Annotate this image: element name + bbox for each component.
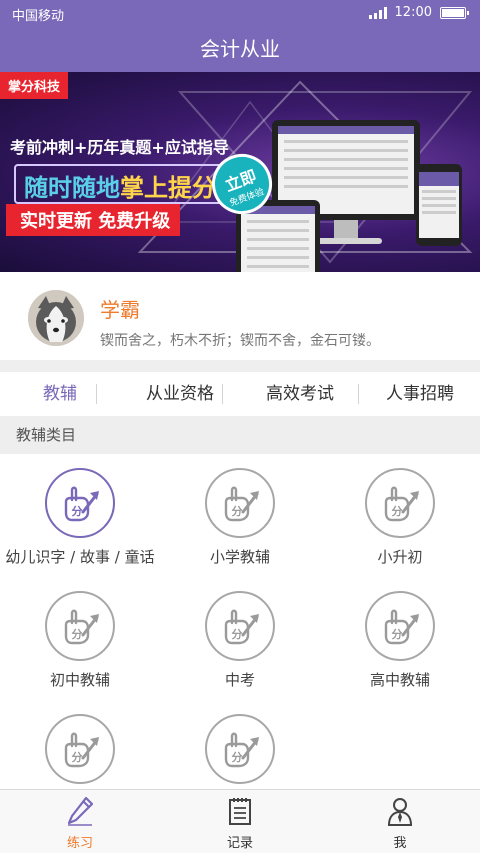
husky-avatar-image xyxy=(28,290,84,346)
brand-label: 掌分科技 xyxy=(0,72,69,99)
tab-divider xyxy=(222,384,223,404)
avatar[interactable] xyxy=(28,290,84,346)
profile-name: 学霸 xyxy=(100,298,140,322)
score-up-icon: 分 xyxy=(205,468,275,538)
svg-text:分: 分 xyxy=(232,627,243,641)
score-up-icon: 分 xyxy=(45,468,115,538)
notebook-icon xyxy=(229,798,251,825)
category-label: 小升初 xyxy=(377,548,423,566)
tab-recruitment[interactable]: 人事招聘 xyxy=(360,372,480,416)
category-item[interactable]: 分 幼儿识字 / 故事 / 童话 xyxy=(0,468,160,567)
category-item[interactable]: 分 高中教辅 xyxy=(320,591,480,690)
person-icon xyxy=(387,798,413,826)
nav-label: 练习 xyxy=(66,836,93,851)
section-divider xyxy=(0,360,480,372)
nav-records[interactable]: 记录 xyxy=(160,790,320,853)
category-item[interactable]: 分 小升初 xyxy=(320,468,480,567)
signal-icon xyxy=(368,6,387,19)
score-up-icon: 分 xyxy=(205,591,275,661)
score-up-icon: 分 xyxy=(45,714,115,784)
svg-text:分: 分 xyxy=(72,750,83,764)
nav-label: 记录 xyxy=(226,836,253,851)
tab-tutoring[interactable]: 教辅 xyxy=(0,372,120,416)
slogan-part2: 掌上提分 xyxy=(120,174,216,202)
tab-divider xyxy=(96,384,97,404)
banner-tagline: 实时更新 免费升级 xyxy=(6,204,181,236)
score-up-icon: 分 xyxy=(365,468,435,538)
category-item[interactable]: 分 xyxy=(0,714,160,789)
tab-efficient-exam[interactable]: 高效考试 xyxy=(240,372,360,416)
svg-text:分: 分 xyxy=(232,750,243,764)
status-icons: 12:00 xyxy=(368,5,469,20)
category-tabs: 教辅 从业资格 高效考试 人事招聘 xyxy=(0,372,480,416)
bottom-nav: 练习 记录 我 xyxy=(0,789,480,853)
battery-icon xyxy=(440,6,469,19)
nav-label: 我 xyxy=(393,836,407,851)
category-header: 教辅类目 xyxy=(0,416,480,454)
monitor-base xyxy=(310,238,382,244)
category-label: 高中教辅 xyxy=(369,671,430,689)
page-title: 会计从业 xyxy=(0,26,480,72)
nav-me[interactable]: 我 xyxy=(320,790,480,853)
score-up-icon: 分 xyxy=(365,591,435,661)
banner-headline: 考前冲刺+历年真题+应试指导 xyxy=(10,138,229,157)
category-item[interactable]: 分 中考 xyxy=(160,591,320,690)
svg-text:分: 分 xyxy=(72,627,83,641)
score-up-icon: 分 xyxy=(45,591,115,661)
category-label: 幼儿识字 / 故事 / 童话 xyxy=(5,548,155,566)
category-grid: 分 幼儿识字 / 故事 / 童话 分 小学教辅 分 小升初 分 初中教辅 分 中… xyxy=(0,454,480,789)
pencil-icon xyxy=(67,796,94,826)
svg-text:分: 分 xyxy=(72,504,83,518)
clock-label: 12:00 xyxy=(394,5,432,20)
category-label: 小学教辅 xyxy=(209,548,270,566)
category-item[interactable]: 分 xyxy=(160,714,320,789)
profile-motto: 锲而舍之，朽木不折；锲而不舍，金石可镂。 xyxy=(100,333,380,349)
nav-practice[interactable]: 练习 xyxy=(0,790,160,853)
profile-section[interactable]: 学霸 锲而舍之，朽木不折；锲而不舍，金石可镂。 xyxy=(0,272,480,360)
status-bar: 中国移动 12:00 xyxy=(0,0,480,26)
promo-banner[interactable]: 掌分科技 考前冲刺+历年真题+应试指导 随时随地掌上提分 实时更新 免费升级 立… xyxy=(0,72,480,272)
slogan-part1: 随时随地 xyxy=(24,174,120,202)
category-item[interactable]: 分 小学教辅 xyxy=(160,468,320,567)
carrier-label: 中国移动 xyxy=(12,9,65,24)
phone-image xyxy=(416,164,462,246)
category-label: 初中教辅 xyxy=(49,671,110,689)
svg-text:分: 分 xyxy=(232,504,243,518)
category-label: 中考 xyxy=(224,671,255,689)
svg-text:分: 分 xyxy=(392,504,403,518)
svg-text:分: 分 xyxy=(392,627,403,641)
monitor-stand xyxy=(334,220,358,238)
category-item[interactable]: 分 初中教辅 xyxy=(0,591,160,690)
tab-divider xyxy=(358,384,359,404)
banner-slogan: 随时随地掌上提分 xyxy=(24,168,216,203)
score-up-icon: 分 xyxy=(205,714,275,784)
